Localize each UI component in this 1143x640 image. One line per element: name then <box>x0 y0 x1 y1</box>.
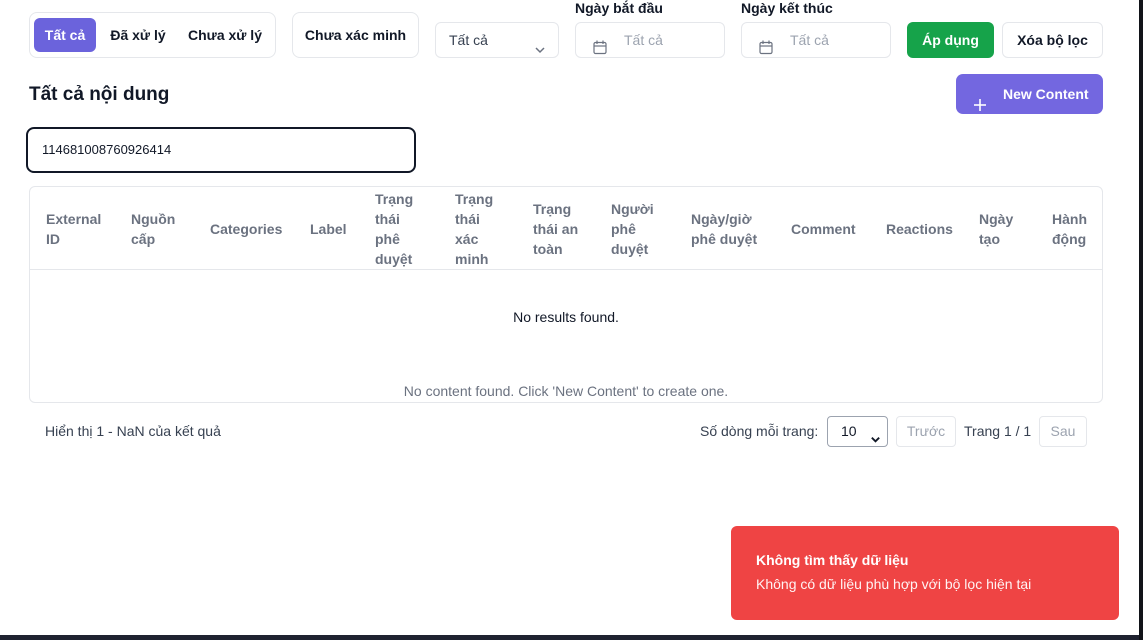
calendar-icon <box>759 33 773 67</box>
start-date-label: Ngày bắt đầu <box>575 0 663 16</box>
search-input-value: 114681008760926414 <box>42 142 172 157</box>
tab-unprocessed[interactable]: Chưa xử lý <box>181 18 269 52</box>
search-input[interactable]: 114681008760926414 <box>26 127 416 173</box>
column-header[interactable]: Categories <box>210 187 290 270</box>
chevron-down-icon <box>870 426 881 455</box>
results-summary: Hiển thị 1 - NaN của kết quả <box>45 423 221 439</box>
start-date-input[interactable]: Tất cả <box>575 22 725 58</box>
type-filter-select[interactable]: Tất cả <box>435 22 559 58</box>
rows-per-page-label: Số dòng mỗi trang: <box>700 423 819 439</box>
chevron-down-icon <box>534 34 546 68</box>
new-content-button[interactable]: New Content <box>956 74 1103 114</box>
tab-all[interactable]: Tất cả <box>34 18 96 52</box>
column-header[interactable]: External ID <box>46 187 108 270</box>
error-toast[interactable]: Không tìm thấy dữ liệu Không có dữ liệu … <box>731 526 1119 620</box>
toast-message: Không có dữ liệu phù hợp với bộ lọc hiện… <box>756 576 1032 592</box>
status-filter-tabs: Tất cả Đã xử lý Chưa xử lý <box>29 12 276 58</box>
calendar-icon <box>593 33 607 67</box>
column-header[interactable]: Hành động <box>1052 187 1096 270</box>
tab-processed[interactable]: Đã xử lý <box>104 18 172 52</box>
content-management-page: Tất cả Đã xử lý Chưa xử lý Chưa xác minh… <box>0 0 1139 635</box>
unverified-filter-button[interactable]: Chưa xác minh <box>292 12 419 58</box>
column-header[interactable]: Trạng thái an toàn <box>533 187 585 270</box>
window-edge <box>1139 0 1143 640</box>
end-date-input[interactable]: Tất cả <box>741 22 891 58</box>
clear-filters-button[interactable]: Xóa bộ lọc <box>1002 22 1103 58</box>
page-title: Tất cả nội dung <box>29 84 170 105</box>
next-page-button[interactable]: Sau <box>1039 416 1087 447</box>
column-header[interactable]: Ngày/giờ phê duyệt <box>691 187 767 270</box>
empty-state-hint: No content found. Click 'New Content' to… <box>403 383 729 399</box>
start-date-placeholder: Tất cả <box>624 32 663 48</box>
column-header[interactable]: Comment <box>791 187 861 270</box>
end-date-label: Ngày kết thúc <box>741 0 833 16</box>
type-filter-value: Tất cả <box>449 32 488 48</box>
previous-page-button[interactable]: Trước <box>896 416 956 447</box>
content-table: External ID Nguồn cấp Categories Label T… <box>29 186 1103 403</box>
rows-per-page-value: 10 <box>841 423 857 439</box>
page-indicator: Trang 1 / 1 <box>964 423 1032 439</box>
column-header[interactable]: Reactions <box>886 187 956 270</box>
rows-per-page-select[interactable]: 10 <box>827 416 888 447</box>
toast-title: Không tìm thấy dữ liệu <box>756 552 909 568</box>
column-header[interactable]: Label <box>310 187 355 270</box>
column-header[interactable]: Trạng thái xác minh <box>455 187 497 270</box>
table-header: External ID Nguồn cấp Categories Label T… <box>30 187 1102 270</box>
end-date-placeholder: Tất cả <box>790 32 829 48</box>
column-header[interactable]: Ngày tạo <box>979 187 1023 270</box>
column-header[interactable]: Trạng thái phê duyệt <box>375 187 421 270</box>
new-content-label: New Content <box>1003 86 1089 102</box>
column-header[interactable]: Người phê duyệt <box>611 187 665 270</box>
column-header[interactable]: Nguồn cấp <box>131 187 183 270</box>
apply-filters-button[interactable]: Áp dụng <box>907 22 994 58</box>
no-results-message: No results found. <box>513 309 619 325</box>
plus-icon <box>973 87 987 127</box>
